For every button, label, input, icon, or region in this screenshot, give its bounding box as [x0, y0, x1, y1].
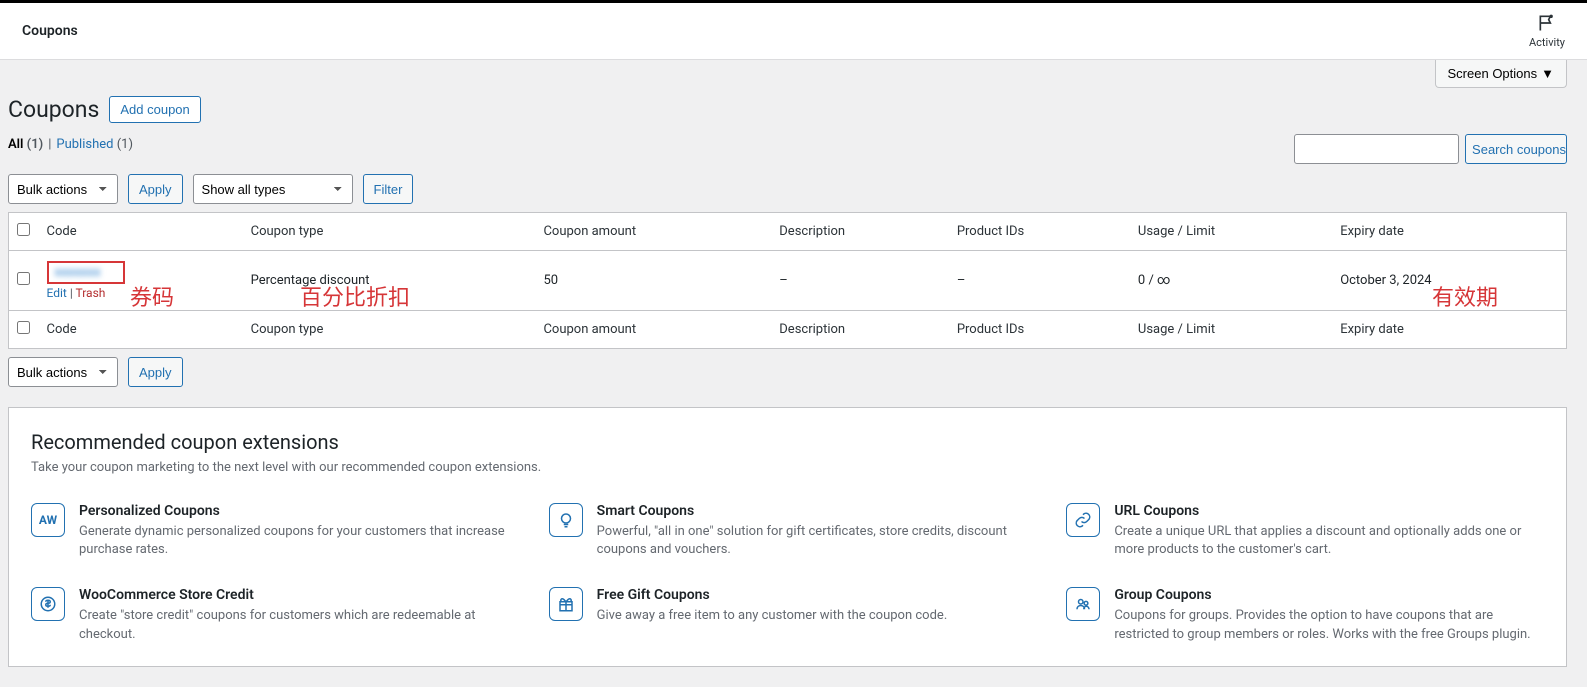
- extension-item[interactable]: Group Coupons Coupons for groups. Provid…: [1066, 587, 1544, 643]
- recommended-heading: Recommended coupon extensions: [31, 430, 1544, 454]
- bulk-actions-select[interactable]: Bulk actions: [8, 174, 118, 204]
- col-usage[interactable]: Usage / Limit: [1130, 213, 1332, 251]
- cell-type: Percentage discount: [243, 251, 536, 311]
- add-coupon-button[interactable]: Add coupon: [109, 96, 200, 123]
- extension-item[interactable]: Free Gift Coupons Give away a free item …: [549, 587, 1027, 643]
- col-amount[interactable]: Coupon amount: [535, 213, 771, 251]
- top-bar-title: Coupons: [22, 23, 78, 39]
- group-icon: [1066, 587, 1100, 621]
- extension-item[interactable]: WooCommerce Store Credit Create "store c…: [31, 587, 509, 643]
- row-action-edit[interactable]: Edit: [47, 286, 67, 300]
- col-product-ids[interactable]: Product IDs: [949, 213, 1130, 251]
- coupon-code-link[interactable]: xxxxxxx: [47, 261, 125, 284]
- row-action-trash[interactable]: Trash: [75, 286, 105, 300]
- aw-icon: AW: [31, 503, 65, 537]
- top-bar: Coupons Activity: [0, 0, 1587, 60]
- page-title: Coupons: [8, 96, 99, 123]
- col-expiry[interactable]: Expiry date: [1332, 213, 1566, 251]
- filter-button[interactable]: Filter: [363, 174, 414, 204]
- coupons-table: Code Coupon type Coupon amount Descripti…: [8, 212, 1567, 349]
- view-published[interactable]: Published (1): [56, 137, 133, 152]
- col-code[interactable]: Code: [39, 213, 243, 251]
- extension-item[interactable]: URL Coupons Create a unique URL that app…: [1066, 503, 1544, 559]
- view-all[interactable]: All (1): [8, 137, 43, 152]
- cell-product-ids: –: [949, 251, 1130, 311]
- select-all-top[interactable]: [17, 223, 30, 236]
- dollar-icon: [31, 587, 65, 621]
- recommended-sub: Take your coupon marketing to the next l…: [31, 460, 1544, 475]
- search-button[interactable]: Search coupons: [1465, 134, 1567, 164]
- select-all-bottom[interactable]: [17, 321, 30, 334]
- link-icon: [1066, 503, 1100, 537]
- activity-button[interactable]: Activity: [1529, 13, 1565, 49]
- search-input[interactable]: [1294, 134, 1459, 164]
- col-description[interactable]: Description: [771, 213, 949, 251]
- bulk-actions-select-bottom[interactable]: Bulk actions: [8, 357, 118, 387]
- row-select[interactable]: [17, 272, 30, 285]
- screen-options-button[interactable]: Screen Options ▼: [1435, 60, 1567, 88]
- activity-label: Activity: [1529, 36, 1565, 49]
- filter-types-select[interactable]: Show all types: [193, 174, 353, 204]
- cell-description: –: [771, 251, 949, 311]
- bulk-apply-button-bottom[interactable]: Apply: [128, 357, 183, 387]
- table-row: xxxxxxx Edit | Trash Percentage discount…: [9, 251, 1567, 311]
- chevron-down-icon: ▼: [1541, 66, 1554, 81]
- extension-item[interactable]: AW Personalized Coupons Generate dynamic…: [31, 503, 509, 559]
- bulk-apply-button-top[interactable]: Apply: [128, 174, 183, 204]
- flag-icon: [1537, 13, 1557, 33]
- gift-icon: [549, 587, 583, 621]
- cell-expiry: October 3, 2024: [1332, 251, 1566, 311]
- recommended-panel: Recommended coupon extensions Take your …: [8, 407, 1567, 667]
- cell-usage: 0 / ∞: [1130, 251, 1332, 311]
- extension-item[interactable]: Smart Coupons Powerful, "all in one" sol…: [549, 503, 1027, 559]
- bulb-icon: [549, 503, 583, 537]
- col-type[interactable]: Coupon type: [243, 213, 536, 251]
- cell-amount: 50: [535, 251, 771, 311]
